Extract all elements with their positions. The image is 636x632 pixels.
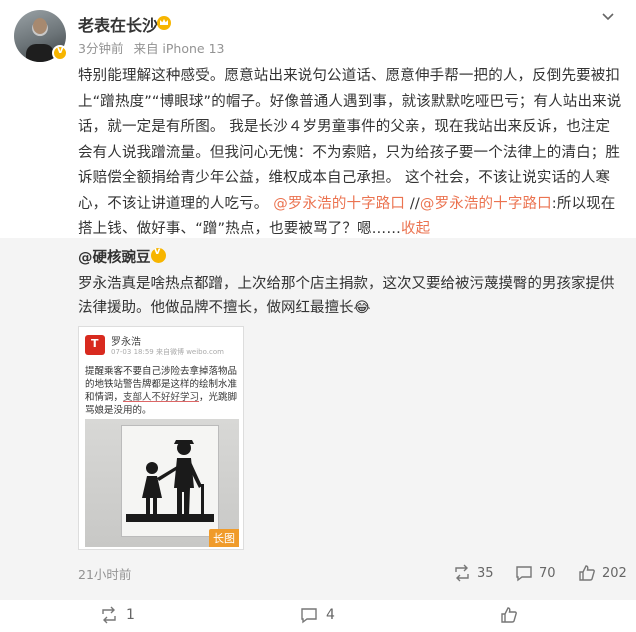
retweet-card[interactable]: @硬核豌豆 罗永浩真是啥热点都蹭，上次给那个店主捐款，这次又要给被污蔑摸臀的男孩… [0, 238, 636, 600]
chevron-down-icon[interactable] [598, 6, 618, 26]
comment-icon [301, 608, 317, 624]
thumbs-up-icon [579, 565, 595, 581]
thumbnail-header: 罗永浩 07-03 18:59 来自微博 weibo.com [85, 333, 239, 365]
verified-badge-icon [52, 45, 68, 61]
retweet-like-count: 202 [602, 565, 627, 581]
comment-icon [516, 566, 532, 582]
mention-link[interactable]: @罗永浩的十字路口 [420, 196, 552, 212]
crown-icon [157, 16, 171, 30]
retweet-repost-count: 35 [477, 565, 494, 581]
warning-sign [121, 425, 219, 537]
long-image-badge: 长图 [209, 529, 239, 547]
mention-link[interactable]: @罗永浩的十字路口 [273, 196, 405, 212]
thumbnail-text: 提醒乘客不要自己涉险去拿掉落物品的地铁站警告牌都是这样的绘制水准和情调，支部人不… [85, 365, 241, 417]
collapse-link[interactable]: 收起 [401, 221, 430, 237]
sign-photo: 长图 [85, 419, 239, 547]
post-meta: 3分钟前 来自 iPhone 13 [78, 38, 230, 57]
repost-count: 1 [126, 607, 135, 623]
post-text: 特别能理解这种感受。愿意站出来说句公道话、愿意伸手帮一把的人，反倒先要被扣上“蹭… [78, 64, 623, 243]
comment-count: 4 [326, 607, 335, 623]
thumbnail-time: 07-03 18:59 来自微博 weibo.com [111, 348, 224, 356]
retweet-time: 21小时前 [78, 567, 132, 582]
thumbnail-highlight: 支部人不好好学习 [123, 392, 200, 403]
retweet-text: 罗永浩真是啥热点都蹭，上次给那个店主捐款，这次又要给被污蔑摸臀的男孩家提供法律援… [78, 276, 615, 316]
repost-separator: // [405, 195, 420, 212]
comment-button[interactable]: 4 [300, 606, 335, 624]
post-time: 3分钟前 [78, 41, 124, 56]
retweet-repost-button[interactable]: 35 [453, 564, 494, 582]
verified-badge-icon [151, 246, 166, 263]
repost-button[interactable]: 1 [100, 606, 135, 624]
repost-icon [102, 606, 116, 624]
avatar-shirt [26, 44, 54, 62]
username[interactable]: 老表在长沙 [78, 12, 158, 36]
post-text-body: 特别能理解这种感受。愿意站出来说句公道话、愿意伸手帮一把的人，反倒先要被扣上“蹭… [78, 68, 622, 212]
retweet-username[interactable]: @硬核豌豆 [78, 246, 151, 267]
thumbs-up-icon [501, 607, 517, 623]
retweet-comment-button[interactable]: 70 [515, 564, 556, 582]
sign-base [126, 514, 214, 522]
logo-icon [85, 335, 105, 355]
retweet-footer: 21小时前 35 70 202 [78, 564, 627, 584]
post-source: 来自 iPhone 13 [133, 41, 225, 56]
repost-icon [455, 564, 469, 582]
like-button[interactable] [500, 606, 518, 624]
post-footer: 1 4 [0, 600, 636, 632]
thumbnail-username: 罗永浩 [111, 337, 141, 348]
avatar-head [33, 18, 47, 34]
retweet-comment-count: 70 [539, 565, 556, 581]
post-header: 老表在长沙 3分钟前 来自 iPhone 13 [0, 0, 636, 62]
image-thumbnail[interactable]: 罗永浩 07-03 18:59 来自微博 weibo.com 提醒乘客不要自己涉… [78, 326, 244, 550]
retweet-like-button[interactable]: 202 [578, 564, 627, 582]
